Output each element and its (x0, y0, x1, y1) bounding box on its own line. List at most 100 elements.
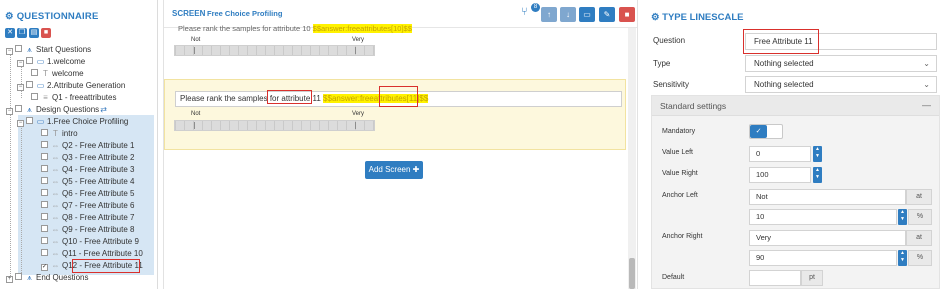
tree-node-welcome-screen[interactable]: − ▭ 1.welcome (17, 56, 85, 68)
screen-panel: SCREEN Free Choice Profiling ⑂ 8 ↑ ↓ ▭ ✎… (163, 0, 638, 289)
linescale-icon: ⇔ (51, 141, 60, 150)
screen-heading: SCREEN (172, 9, 206, 18)
linescale-icon: ⇔ (51, 153, 60, 162)
text-icon: T (53, 129, 58, 138)
tree-node-design-questions[interactable]: − ⩚ Design Questions⇄ (6, 104, 110, 116)
anchor-right-position-input[interactable]: 90 (749, 250, 897, 266)
questionnaire-panel: ⚙ QUESTIONNAIRE ✕ ❐ ▤ ■ − ⩚ Start Questions… (0, 0, 158, 289)
scale-right-label: Very (352, 111, 365, 117)
standard-settings-panel: Standard settings — Mandatory ✓ Value Le… (651, 95, 940, 289)
sensitivity-select[interactable]: Nothing selected ⌄ (745, 76, 937, 93)
scale-left-label: Not (191, 111, 201, 117)
scrollbar[interactable] (628, 28, 636, 289)
value-left-stepper[interactable]: ▲ ▼ (813, 146, 822, 162)
tree-node-q1[interactable]: ≡ Q1 - freeattributes (31, 92, 116, 104)
linescale-icon: ⇔ (51, 165, 60, 174)
at-addon: at (906, 230, 932, 246)
value-left-label: Value Left (662, 149, 694, 156)
delete-icon[interactable]: ■ (41, 28, 51, 38)
anchor-right-stepper[interactable]: ▲ ▼ (898, 250, 907, 266)
at-addon: at (906, 189, 932, 205)
mandatory-label: Mandatory (662, 128, 696, 135)
linescale-icon: ⇔ (51, 213, 60, 222)
value-right-stepper[interactable]: ▲ ▼ (813, 167, 822, 183)
linescale-icon: ⇔ (51, 249, 60, 258)
paste-icon[interactable]: ▤ (29, 28, 39, 38)
linescale-icon: ⇔ (51, 237, 60, 246)
tree-node-q10[interactable]: ⇔ Q10 - Free Attribute 9 (41, 236, 139, 248)
delete-trash-icon[interactable]: ■ (619, 7, 635, 22)
anchor-left-position-input[interactable]: 10 (749, 209, 897, 225)
tree-node-end-questions[interactable]: + ⩚ End Questions (6, 272, 88, 284)
monitor-icon: ▭ (36, 117, 45, 126)
value-left-input[interactable]: 0 (749, 146, 811, 162)
monitor-icon: ▭ (36, 81, 45, 90)
sitemap-icon: ⩚ (27, 105, 32, 114)
tree-node-q5[interactable]: ⇔ Q5 - Free Attribute 4 (41, 176, 134, 188)
chevron-down-icon: ⌄ (923, 80, 930, 89)
anchor-left-label: Anchor Left (662, 192, 698, 199)
tree-node-q8[interactable]: ⇔ Q8 - Free Attribute 7 (41, 212, 134, 224)
linescale-icon: ⇔ (51, 201, 60, 210)
edit-pencil-icon[interactable]: ✎ (599, 7, 615, 22)
properties-panel: ⚙ TYPE LINESCALE Question Free Attribute… (643, 0, 940, 289)
tree-node-start-questions[interactable]: − ⩚ Start Questions (6, 44, 91, 56)
tree-node-q9[interactable]: ⇔ Q9 - Free Attribute 8 (41, 224, 134, 236)
tree-node-free-choice-profiling[interactable]: − ▭ 1.Free Choice Profiling (17, 116, 128, 128)
standard-settings-header[interactable]: Standard settings — (652, 96, 939, 116)
default-input[interactable] (749, 270, 801, 286)
anchor-left-text-input[interactable]: Not (749, 189, 906, 205)
value-right-input[interactable]: 100 (749, 167, 811, 183)
percent-addon: % (908, 209, 932, 225)
add-screen-button[interactable]: Add Screen ✚ (365, 161, 423, 179)
type-select[interactable]: Nothing selected ⌄ (745, 55, 937, 72)
tree-toolbar: ✕ ❐ ▤ ■ (5, 28, 51, 38)
chevron-down-icon: ⌄ (923, 59, 930, 68)
type-linescale-title: ⚙ TYPE LINESCALE (651, 12, 744, 23)
sitemap-icon: ⩚ (27, 273, 32, 282)
linescale-preview[interactable] (174, 120, 375, 131)
copy-icon[interactable]: ❐ (17, 28, 27, 38)
screen-subheading: Free Choice Profiling (207, 9, 283, 18)
tree-node-intro[interactable]: Tintro (41, 128, 78, 140)
selected-question-highlight (72, 259, 140, 273)
type-label: Type (653, 59, 671, 68)
collapse-minus-icon[interactable]: — (922, 100, 931, 110)
question-field-highlight (743, 29, 819, 54)
tree-node-welcome[interactable]: Twelcome (31, 68, 84, 80)
tree-node-q2[interactable]: ⇔ Q2 - Free Attribute 1 (41, 140, 134, 152)
value-right-label: Value Right (662, 170, 698, 177)
checked-checkbox[interactable]: ✓ (41, 264, 48, 271)
preview-monitor-icon[interactable]: ▭ (579, 7, 595, 22)
check-icon: ✓ (750, 125, 767, 138)
anchor-right-label: Anchor Right (662, 233, 703, 240)
placeholder-highlight (379, 86, 418, 107)
previous-linescale[interactable] (174, 45, 375, 56)
mandatory-toggle[interactable]: ✓ (749, 124, 783, 139)
sensitivity-label: Sensitivity (653, 80, 690, 89)
scrollbar-thumb[interactable] (629, 258, 635, 289)
cogs-icon: ⚙ (651, 12, 660, 23)
previous-question-text: Please rank the samples for attribute 10… (178, 24, 412, 33)
tree-node-q4[interactable]: ⇔ Q4 - Free Attribute 3 (41, 164, 134, 176)
tree-node-q7[interactable]: ⇔ Q7 - Free Attribute 6 (41, 200, 134, 212)
plus-icon: ✚ (412, 165, 420, 174)
anchor-right-text-input[interactable]: Very (749, 230, 906, 246)
move-down-icon[interactable]: ↓ (560, 7, 576, 22)
attribute-highlight (267, 90, 312, 104)
default-label: Default (662, 274, 685, 281)
pt-addon: pt (801, 270, 823, 286)
swap-icon[interactable]: ⇄ (99, 104, 108, 116)
linescale-icon: ⇔ (51, 261, 60, 270)
anchor-left-stepper[interactable]: ▲ ▼ (898, 209, 907, 225)
tree-node-attribute-generation[interactable]: − ▭ 2.Attribute Generation (17, 80, 125, 92)
linescale-icon: ⇔ (51, 189, 60, 198)
questionnaire-title-text: QUESTIONNAIRE (16, 11, 99, 22)
linescale-icon: ⇔ (51, 177, 60, 186)
collapse-icon[interactable]: ✕ (5, 28, 15, 38)
prev-scale-right-label: Very (352, 37, 365, 43)
questionnaire-title: ⚙ QUESTIONNAIRE (5, 11, 99, 22)
move-up-icon[interactable]: ↑ (541, 7, 557, 22)
tree-node-q6[interactable]: ⇔ Q6 - Free Attribute 5 (41, 188, 134, 200)
tree-node-q3[interactable]: ⇔ Q3 - Free Attribute 2 (41, 152, 134, 164)
